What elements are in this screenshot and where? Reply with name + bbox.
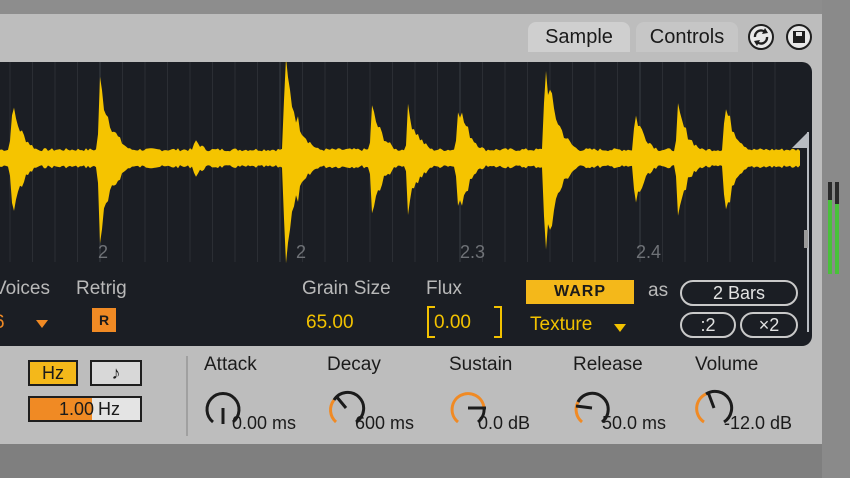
volume-label: Volume xyxy=(695,354,759,375)
tab-sample[interactable]: Sample xyxy=(528,22,630,52)
lfo-rate-unit: Hz xyxy=(98,399,120,419)
release-value: 50.0 ms xyxy=(602,413,667,433)
retrig-label: Retrig xyxy=(76,278,127,299)
release-label: Release xyxy=(573,354,643,375)
voices-dropdown-icon[interactable] xyxy=(36,320,48,328)
lfo-sync-button[interactable]: ♪ xyxy=(90,360,142,386)
as-label: as xyxy=(648,280,669,301)
bottom-strip xyxy=(0,444,850,478)
decay-value: 600 ms xyxy=(355,413,415,433)
beat-label: 2 xyxy=(98,242,109,262)
warp-length-field[interactable]: 2 Bars xyxy=(680,280,798,306)
level-meter-right xyxy=(835,182,839,274)
save-icon xyxy=(793,31,805,43)
hot-swap-button[interactable] xyxy=(748,24,774,50)
warp-button[interactable]: WARP xyxy=(526,280,634,304)
voices-value[interactable]: 6 xyxy=(0,312,5,334)
sample-display[interactable]: 2 2 2.3 2.4 Voices 6 Retrig R Grain Size… xyxy=(0,62,812,346)
half-length-button[interactable]: :2 xyxy=(680,312,736,338)
double-length-button[interactable]: ×2 xyxy=(740,312,798,338)
warp-mode-select[interactable]: Texture xyxy=(530,314,592,336)
hot-swap-icon xyxy=(753,28,769,46)
loop-marker[interactable] xyxy=(792,132,810,332)
beat-label: 2.4 xyxy=(636,242,662,262)
warp-mode-dropdown-icon[interactable] xyxy=(614,324,626,332)
attack-value: 0.00 ms xyxy=(232,413,297,433)
retrig-button[interactable]: R xyxy=(92,308,116,332)
sustain-value: 0.0 dB xyxy=(478,413,531,433)
decay-label: Decay xyxy=(327,354,381,375)
level-meter-left xyxy=(828,182,832,274)
sustain-label: Sustain xyxy=(449,354,513,375)
lfo-hz-button[interactable]: Hz xyxy=(28,360,78,386)
lfo-rate-field[interactable]: 1.00 Hz xyxy=(28,396,142,422)
save-button[interactable] xyxy=(786,24,812,50)
beat-label: 2.3 xyxy=(460,242,486,262)
volume-value: -12.0 dB xyxy=(724,413,793,433)
flux-value[interactable]: 0.00 xyxy=(434,312,471,334)
voices-label: Voices xyxy=(0,278,50,299)
attack-label: Attack xyxy=(204,354,257,375)
flux-bracket-right xyxy=(494,306,502,338)
tab-controls[interactable]: Controls xyxy=(636,22,738,52)
panel-divider xyxy=(186,356,188,436)
beat-label: 2 xyxy=(296,242,307,262)
grain-size-value[interactable]: 65.00 xyxy=(306,312,354,334)
lfo-rate-value: 1.00 xyxy=(58,399,94,419)
grain-size-label: Grain Size xyxy=(302,278,391,299)
flux-label: Flux xyxy=(426,278,462,299)
waveform xyxy=(0,62,800,264)
